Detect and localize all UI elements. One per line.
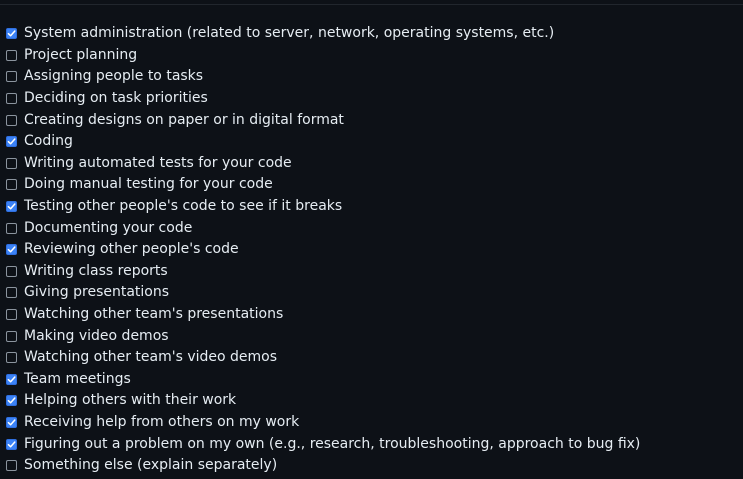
checklist-item-label: Coding — [24, 133, 73, 150]
checklist-item[interactable]: Assigning people to tasks — [6, 66, 640, 88]
checklist-item[interactable]: Receiving help from others on my work — [6, 412, 640, 434]
checklist-item[interactable]: Documenting your code — [6, 217, 640, 239]
checkbox[interactable] — [6, 416, 17, 428]
checkbox[interactable] — [6, 201, 17, 213]
checklist-item-label: Testing other people's code to see if it… — [24, 198, 343, 215]
checklist-item-label: Giving presentations — [24, 284, 170, 301]
checklist-item[interactable]: Writing class reports — [6, 261, 640, 283]
checkbox[interactable] — [6, 460, 17, 472]
checklist-item-label: Helping others with their work — [24, 392, 237, 409]
checklist-item[interactable]: Giving presentations — [6, 282, 640, 304]
checklist-item[interactable]: Creating designs on paper or in digital … — [6, 109, 640, 131]
checkbox[interactable] — [6, 157, 17, 169]
checkmark-icon — [7, 440, 16, 448]
checkmark-icon — [7, 397, 16, 404]
checklist-item-label: Reviewing other people's code — [24, 241, 239, 258]
checkbox[interactable] — [6, 352, 17, 364]
checklist-item-label: Writing automated tests for your code — [24, 154, 292, 171]
checklist-item-label: Writing class reports — [24, 262, 168, 279]
checklist-item-label: System administration (related to server… — [24, 25, 555, 42]
checklist-item[interactable]: Coding — [6, 131, 640, 153]
task-checklist-page: System administration (related to server… — [0, 0, 743, 479]
checkbox[interactable] — [6, 330, 17, 342]
checkbox[interactable] — [6, 114, 17, 126]
checklist-item[interactable]: Helping others with their work — [6, 390, 640, 412]
checkmark-icon — [7, 203, 16, 210]
checkbox[interactable] — [6, 49, 17, 61]
checkbox[interactable] — [6, 287, 17, 299]
checklist-item[interactable]: Watching other team's presentations — [6, 304, 640, 326]
checklist-item[interactable]: Doing manual testing for your code — [6, 174, 640, 196]
checkmark-icon — [7, 138, 16, 145]
checklist-item[interactable]: System administration (related to server… — [6, 23, 640, 45]
checkbox[interactable] — [6, 265, 17, 277]
checkbox[interactable] — [6, 179, 17, 191]
checklist-item[interactable]: Team meetings — [6, 369, 640, 391]
checklist-item[interactable]: Making video demos — [6, 325, 640, 347]
checklist-item-label: Doing manual testing for your code — [24, 176, 273, 193]
top-divider — [0, 4, 743, 5]
checklist-item-label: Watching other team's presentations — [24, 306, 284, 323]
checklist-item-label: Watching other team's video demos — [24, 349, 278, 366]
checkmark-icon — [7, 376, 16, 383]
checkbox[interactable] — [6, 71, 17, 83]
checkbox[interactable] — [6, 373, 17, 385]
checkbox[interactable] — [6, 136, 17, 148]
checkbox[interactable] — [6, 28, 17, 40]
checklist-item[interactable]: Writing automated tests for your code — [6, 153, 640, 175]
checkbox[interactable] — [6, 222, 17, 234]
checklist-item[interactable]: Figuring out a problem on my own (e.g., … — [6, 433, 640, 455]
checklist-item-label: Making video demos — [24, 327, 169, 344]
task-checklist: System administration (related to server… — [6, 23, 640, 476]
checkmark-icon — [7, 246, 16, 253]
checkbox[interactable] — [6, 93, 17, 105]
checkbox[interactable] — [6, 309, 17, 321]
checklist-item-label: Project planning — [24, 46, 138, 63]
checkmark-icon — [7, 419, 16, 426]
checklist-item[interactable]: Testing other people's code to see if it… — [6, 196, 640, 218]
checklist-item-label: Something else (explain separately) — [24, 457, 278, 474]
checklist-item-label: Receiving help from others on my work — [24, 413, 300, 430]
checkbox[interactable] — [6, 395, 17, 407]
checklist-item-label: Deciding on task priorities — [24, 90, 208, 107]
checklist-item-label: Assigning people to tasks — [24, 68, 204, 85]
checklist-item-label: Documenting your code — [24, 219, 193, 236]
checkbox[interactable] — [6, 438, 17, 450]
checkbox[interactable] — [6, 244, 17, 256]
checklist-item-label: Team meetings — [24, 370, 131, 387]
checkmark-icon — [7, 30, 16, 37]
checklist-item[interactable]: Deciding on task priorities — [6, 88, 640, 110]
checklist-item[interactable]: Reviewing other people's code — [6, 239, 640, 261]
checklist-item[interactable]: Something else (explain separately) — [6, 455, 640, 477]
checklist-item[interactable]: Project planning — [6, 45, 640, 67]
checklist-item-label: Creating designs on paper or in digital … — [24, 111, 344, 128]
checklist-item-label: Figuring out a problem on my own (e.g., … — [24, 435, 641, 452]
checklist-item[interactable]: Watching other team's video demos — [6, 347, 640, 369]
